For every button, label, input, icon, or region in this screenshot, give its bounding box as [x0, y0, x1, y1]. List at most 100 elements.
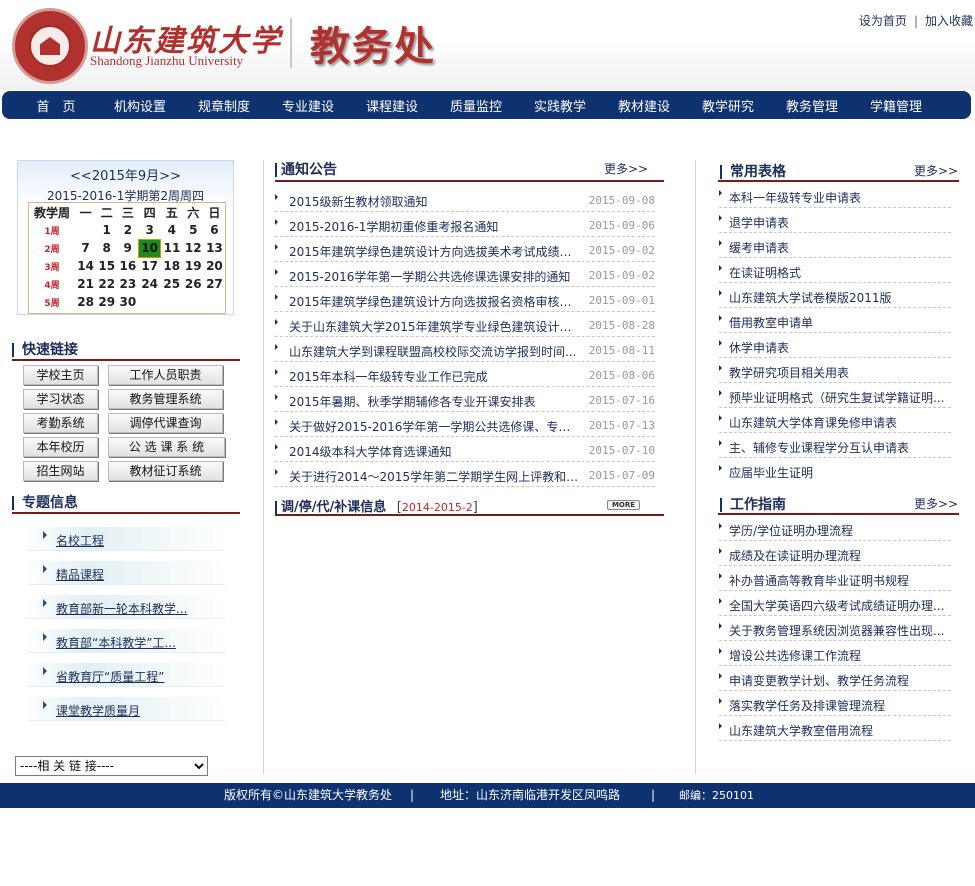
course-changes-more-button[interactable]: MORE — [607, 500, 640, 510]
notice-item[interactable]: 2014级本科大学体育选课通知 2015-07-10 — [275, 437, 655, 462]
form-item[interactable]: 本科一年级转专业申请表 — [719, 183, 951, 208]
calendar-day[interactable]: 15 — [96, 257, 117, 275]
nav-major-building[interactable]: 专业建设 — [266, 96, 350, 115]
notice-title[interactable]: 2014级本科大学体育选课通知 — [289, 443, 581, 460]
ql-study-status[interactable]: 学习状态 — [23, 389, 98, 409]
form-item-label[interactable]: 教学研究项目相关用表 — [729, 364, 951, 381]
ql-school-calendar[interactable]: 本年校历 — [23, 437, 98, 457]
form-item-label[interactable]: 本科一年级转专业申请表 — [729, 189, 951, 206]
nav-academic-admin[interactable]: 教务管理 — [770, 96, 854, 115]
ql-attendance[interactable]: 考勤系统 — [23, 413, 98, 433]
calendar-day[interactable]: 16 — [117, 257, 138, 275]
guide-item[interactable]: 增设公共选修课工作流程 — [719, 641, 951, 666]
notice-title[interactable]: 关于山东建筑大学2015年建筑学专业绿色建筑设计方... — [289, 318, 581, 335]
notice-item[interactable]: 2015级新生教材领取通知 2015-09-08 — [275, 187, 655, 212]
nav-organization[interactable]: 机构设置 — [98, 96, 182, 115]
form-item-label[interactable]: 退学申请表 — [729, 214, 951, 231]
guide-item[interactable]: 成绩及在读证明办理流程 — [719, 541, 951, 566]
notice-item[interactable]: 2015-2016学年第一学期公共选修课选课安排的通知 2015-09-02 — [275, 262, 655, 287]
calendar-day[interactable]: 20 — [204, 257, 225, 275]
ql-staff-duties[interactable]: 工作人员职责 — [108, 365, 223, 385]
form-item-label[interactable]: 应届毕业生证明 — [729, 464, 951, 481]
guide-item[interactable]: 山东建筑大学教室借用流程 — [719, 716, 951, 741]
topic-item[interactable]: 教育部新一轮本科教学... — [27, 595, 225, 619]
calendar-day[interactable]: 26 — [183, 275, 204, 293]
calendar-day[interactable]: 11 — [161, 239, 183, 257]
form-item-label[interactable]: 在读证明格式 — [729, 264, 951, 281]
notice-title[interactable]: 2015-2016-1学期初重修重考报名通知 — [289, 218, 581, 235]
calendar-day[interactable]: 24 — [138, 275, 160, 293]
form-item[interactable]: 山东建筑大学体育课免修申请表 — [719, 408, 951, 433]
calendar-day[interactable]: 3 — [138, 221, 160, 239]
ql-class-change-query[interactable]: 调停代课查询 — [108, 413, 223, 433]
guide-item-label[interactable]: 落实教学任务及排课管理流程 — [729, 697, 951, 714]
forms-more-link[interactable]: 更多>> — [914, 162, 958, 179]
calendar-day[interactable]: 30 — [117, 293, 138, 311]
guide-item-label[interactable]: 增设公共选修课工作流程 — [729, 647, 951, 664]
form-item[interactable]: 休学申请表 — [719, 333, 951, 358]
form-item-label[interactable]: 山东建筑大学试卷模版2011版 — [729, 289, 951, 306]
calendar-day[interactable]: 13 — [204, 239, 225, 257]
calendar-day[interactable]: 5 — [183, 221, 204, 239]
guide-item[interactable]: 补办普通高等教育毕业证明书规程 — [719, 566, 951, 591]
guide-item-label[interactable]: 成绩及在读证明办理流程 — [729, 547, 951, 564]
guide-item-label[interactable]: 学历/学位证明办理流程 — [729, 522, 951, 539]
guide-item[interactable]: 关于教务管理系统因浏览器兼容性出现... — [719, 616, 951, 641]
nav-teaching-research[interactable]: 教学研究 — [686, 96, 770, 115]
nav-quality-monitor[interactable]: 质量监控 — [434, 96, 518, 115]
topic-item[interactable]: 教育部“本科教学”工... — [27, 629, 225, 653]
notice-title[interactable]: 山东建筑大学到课程联盟高校校际交流访学报到时间... — [289, 343, 581, 360]
nav-practice-teaching[interactable]: 实践教学 — [518, 96, 602, 115]
form-item-label[interactable]: 主、辅修专业课程学分互认申请表 — [729, 439, 951, 456]
notice-title[interactable]: 2015年建筑学绿色建筑设计方向选拔报名资格审核结... — [289, 293, 581, 310]
form-item[interactable]: 主、辅修专业课程学分互认申请表 — [719, 433, 951, 458]
notice-title[interactable]: 关于进行2014～2015学年第二学期学生网上评教和教... — [289, 468, 581, 485]
topic-item[interactable]: 名校工程 — [27, 527, 225, 551]
set-homepage-link[interactable]: 设为首页 — [859, 14, 907, 28]
notice-item[interactable]: 关于进行2014～2015学年第二学期学生网上评教和教... 2015-07-09 — [275, 462, 655, 487]
add-favorite-link[interactable]: 加入收藏 — [925, 14, 973, 28]
form-item-label[interactable]: 缓考申请表 — [729, 239, 951, 256]
calendar-day[interactable]: 28 — [75, 293, 96, 311]
form-item-label[interactable]: 山东建筑大学体育课免修申请表 — [729, 414, 951, 431]
notice-item[interactable]: 2015年建筑学绿色建筑设计方向选拔美术考试成绩及... 2015-09-02 — [275, 237, 655, 262]
calendar-day[interactable]: 2 — [117, 221, 138, 239]
calendar-day[interactable]: 27 — [204, 275, 225, 293]
guide-item-label[interactable]: 关于教务管理系统因浏览器兼容性出现... — [729, 622, 951, 639]
ql-admissions[interactable]: 招生网站 — [23, 461, 98, 481]
calendar-day[interactable]: 22 — [96, 275, 117, 293]
guide-item[interactable]: 全国大学英语四六级考试成绩证明办理... — [719, 591, 951, 616]
form-item[interactable]: 借用教室申请单 — [719, 308, 951, 333]
calendar-day[interactable]: 7 — [75, 239, 96, 257]
guide-item[interactable]: 申请变更教学计划、教学任务流程 — [719, 666, 951, 691]
form-item[interactable]: 教学研究项目相关用表 — [719, 358, 951, 383]
calendar-day[interactable]: 23 — [117, 275, 138, 293]
topic-item[interactable]: 课堂教学质量月 — [27, 697, 225, 721]
notice-title[interactable]: 2015年本科一年级转专业工作已完成 — [289, 368, 581, 385]
nav-student-status[interactable]: 学籍管理 — [854, 96, 938, 115]
form-item[interactable]: 退学申请表 — [719, 208, 951, 233]
calendar-day[interactable]: 17 — [138, 257, 160, 275]
nav-course-building[interactable]: 课程建设 — [350, 96, 434, 115]
calendar-month-nav[interactable]: <<2015年9月>> — [18, 165, 233, 184]
ql-school-home[interactable]: 学校主页 — [23, 365, 98, 385]
notice-title[interactable]: 2015级新生教材领取通知 — [289, 193, 581, 210]
notice-item[interactable]: 2015年暑期、秋季学期辅修各专业开课安排表 2015-07-16 — [275, 387, 655, 412]
calendar-day[interactable]: 12 — [183, 239, 204, 257]
guide-item-label[interactable]: 山东建筑大学教室借用流程 — [729, 722, 951, 739]
calendar-day[interactable]: 14 — [75, 257, 96, 275]
notice-item[interactable]: 2015年建筑学绿色建筑设计方向选拔报名资格审核结... 2015-09-01 — [275, 287, 655, 312]
topic-item[interactable]: 精品课程 — [27, 561, 225, 585]
form-item[interactable]: 应届毕业生证明 — [719, 458, 951, 483]
form-item[interactable]: 在读证明格式 — [719, 258, 951, 283]
notice-item[interactable]: 山东建筑大学到课程联盟高校校际交流访学报到时间... 2015-08-11 — [275, 337, 655, 362]
notices-more-link[interactable]: 更多>> — [604, 160, 648, 177]
notice-item[interactable]: 关于山东建筑大学2015年建筑学专业绿色建筑设计方... 2015-08-28 — [275, 312, 655, 337]
calendar-day[interactable]: 25 — [161, 275, 183, 293]
calendar-day[interactable]: 8 — [96, 239, 117, 257]
guide-more-link[interactable]: 更多>> — [914, 495, 958, 512]
ql-academic-system[interactable]: 教务管理系统 — [108, 389, 223, 409]
notice-item[interactable]: 关于做好2015-2016学年第一学期公共选修课、专业... 2015-07-13 — [275, 412, 655, 437]
calendar-day[interactable]: 18 — [161, 257, 183, 275]
ql-textbook-order[interactable]: 教材征订系统 — [108, 461, 223, 481]
